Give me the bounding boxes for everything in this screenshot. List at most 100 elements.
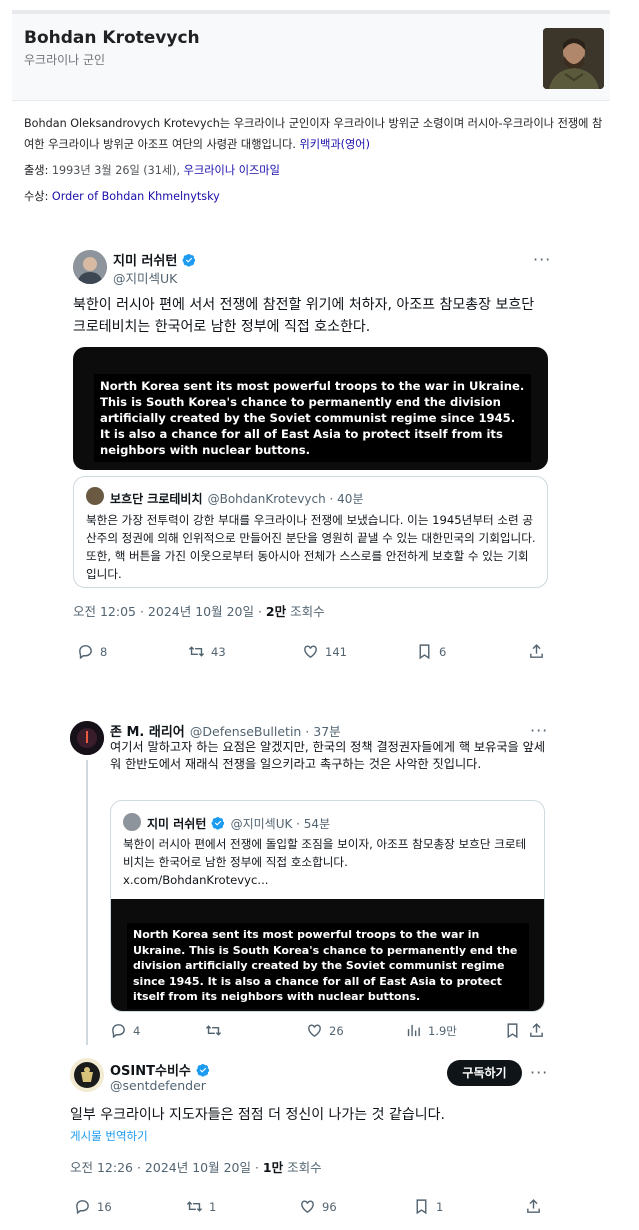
retweet-count: 1 [209, 1199, 217, 1214]
quote-author-name: 지미 러쉬턴 [147, 817, 207, 831]
quote-link[interactable]: x.com/BohdanKrotevyc... [123, 871, 268, 889]
author-handle[interactable]: @지미섹UK [113, 268, 177, 287]
verified-icon [212, 816, 225, 830]
divider [12, 100, 610, 101]
view-count: 1만 [262, 1160, 284, 1175]
like-button[interactable]: 26 [306, 1022, 344, 1039]
media-caption: North Korea sent its most powerful troop… [94, 374, 531, 462]
share-button[interactable] [528, 643, 545, 660]
birthplace-link[interactable]: 우크라이나 이즈마일 [184, 164, 280, 177]
translate-link[interactable]: 게시물 번역하기 [70, 1128, 148, 1144]
quote-avatar [86, 487, 104, 505]
views-button[interactable]: 1.9만 [405, 1022, 457, 1039]
like-count: 141 [325, 644, 347, 659]
like-icon [301, 1200, 314, 1214]
retweet-button[interactable]: 1 [186, 1198, 216, 1215]
retweet-icon [188, 646, 205, 657]
author-name[interactable]: OSINT수비수 [110, 1064, 191, 1079]
retweet-icon [205, 1025, 222, 1036]
reply-count: 16 [97, 1199, 112, 1214]
award-row: 수상: Order of Bohdan Khmelnytsky [24, 188, 220, 204]
quote-author-row: 보흐단 크로테비치 @BohdanKrotevych · 40분 [110, 488, 363, 507]
author-handle[interactable]: @DefenseBulletin · 37분 [190, 724, 341, 739]
author-name[interactable]: 존 M. 래리어 [110, 725, 185, 740]
avatar[interactable] [70, 1058, 104, 1092]
quote-text: 북한이 러시아 편에서 전쟁에 돌입할 조짐을 보이자, 아조프 참모총장 보흐… [123, 837, 527, 869]
view-label: 조회수 [287, 1160, 322, 1175]
like-icon [308, 1024, 321, 1038]
tweet-text: 일부 우크라이나 지도자들은 점점 더 정신이 나가는 것 같습니다. [70, 1107, 445, 1123]
profile-photo [73, 250, 107, 284]
like-button[interactable]: 96 [299, 1198, 337, 1215]
author-row: 지미 러쉬턴 [113, 250, 196, 269]
action-bar: 4 26 1.9만 [0, 1022, 639, 1042]
quote-avatar [123, 813, 141, 831]
like-button[interactable]: 141 [302, 643, 347, 660]
bookmark-count: 6 [439, 644, 447, 659]
reply-icon [112, 1024, 125, 1039]
reply-button[interactable]: 4 [110, 1022, 140, 1039]
media-image[interactable]: North Korea sent its most powerful troop… [73, 347, 548, 470]
author-name[interactable]: 지미 러쉬턴 [113, 254, 177, 269]
quote-author-row: 지미 러쉬턴 @지미섹UK · 54분 [147, 813, 330, 832]
share-button[interactable] [525, 1198, 542, 1215]
action-bar: 16 1 96 1 [0, 1198, 639, 1218]
entity-photo[interactable] [543, 28, 604, 89]
more-icon[interactable]: ··· [530, 721, 548, 740]
avatar[interactable] [73, 250, 107, 284]
award-label: 수상: [24, 190, 49, 203]
award-link[interactable]: Order of Bohdan Khmelnytsky [52, 190, 220, 203]
share-button[interactable] [528, 1022, 545, 1039]
retweet-button[interactable] [205, 1022, 222, 1039]
reply-icon [76, 1200, 89, 1215]
reply-button[interactable]: 8 [77, 643, 107, 660]
reply-count: 4 [133, 1023, 141, 1038]
like-count: 26 [329, 1023, 344, 1038]
reply-button[interactable]: 16 [74, 1198, 112, 1215]
reply-count: 8 [100, 644, 108, 659]
retweet-count: 43 [211, 644, 226, 659]
share-icon [530, 1023, 543, 1037]
author-row: 존 M. 래리어 @DefenseBulletin · 37분 [110, 721, 341, 740]
entity-subtitle: 우크라이나 군인 [24, 53, 106, 67]
timestamp[interactable]: 오전 12:05 · 2024년 10월 20일 · [73, 604, 262, 619]
share-icon [527, 1199, 540, 1213]
thread-line [86, 760, 88, 1045]
subscribe-button[interactable]: 구독하기 [447, 1060, 522, 1086]
quoted-tweet[interactable]: 지미 러쉬턴 @지미섹UK · 54분 북한이 러시아 편에서 전쟁에 돌입할 … [110, 800, 545, 1012]
retweet-icon [186, 1201, 203, 1212]
entity-description: Bohdan Oleksandrovych Krotevych는 우크라이나 군… [24, 113, 609, 155]
quote-text: 북한은 가장 전투력이 강한 부대를 우크라이나 전쟁에 보냈습니다. 이는 1… [86, 513, 536, 581]
more-icon[interactable]: ··· [530, 1063, 548, 1082]
portrait-image [543, 28, 604, 89]
view-count: 1.9만 [428, 1023, 457, 1038]
reply-icon [79, 645, 92, 660]
media-image[interactable]: North Korea sent its most powerful troop… [111, 899, 544, 1011]
author-handle[interactable]: @sentdefender [110, 1078, 206, 1093]
quoted-tweet[interactable]: 보흐단 크로테비치 @BohdanKrotevych · 40분 북한은 가장 … [73, 476, 548, 588]
view-count: 2만 [265, 604, 287, 619]
views-icon [407, 1024, 420, 1037]
bookmark-button[interactable] [504, 1022, 521, 1039]
avatar[interactable] [70, 721, 104, 755]
more-icon[interactable]: ··· [533, 250, 551, 269]
bookmark-icon [507, 1023, 518, 1039]
bookmark-icon [419, 644, 430, 660]
share-icon [530, 644, 543, 658]
born-label: 출생: [24, 164, 49, 177]
verified-icon [182, 253, 196, 267]
profile-photo [70, 721, 104, 755]
author-row: OSINT수비수 [110, 1060, 210, 1079]
tweet-text: 북한이 러시아 편에 서서 전쟁에 참전할 위기에 처하자, 아조프 참모총장 … [73, 297, 535, 335]
wikipedia-link[interactable]: 위키백과(영어) [299, 138, 370, 151]
bookmark-button[interactable]: 1 [413, 1198, 443, 1215]
retweet-button[interactable]: 43 [188, 643, 226, 660]
view-label: 조회수 [290, 604, 325, 619]
bookmark-button[interactable]: 6 [416, 643, 446, 660]
profile-photo [70, 1058, 104, 1092]
born-date: 1993년 3월 26일 (31세), [51, 164, 181, 177]
tweet-meta: 오전 12:26 · 2024년 10월 20일 · 1만 조회수 [70, 1157, 322, 1176]
timestamp[interactable]: 오전 12:26 · 2024년 10월 20일 · [70, 1160, 259, 1175]
entity-name: Bohdan Krotevych [24, 28, 200, 48]
tweet-meta: 오전 12:05 · 2024년 10월 20일 · 2만 조회수 [73, 601, 325, 620]
